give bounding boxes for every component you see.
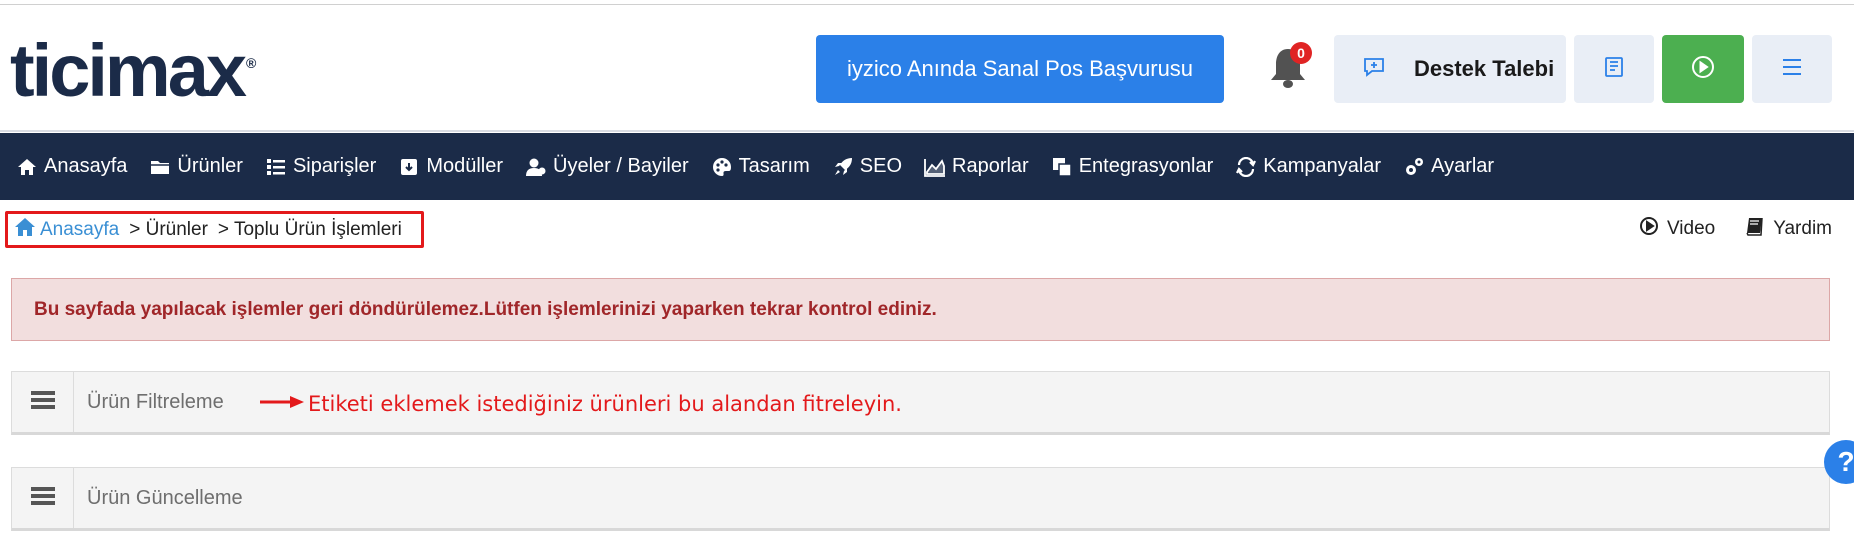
iyzico-pos-application-button[interactable]: iyzico Anında Sanal Pos Başvurusu <box>816 35 1224 103</box>
nav-item-entegrasyonlar[interactable]: Entegrasyonlar <box>1051 155 1214 178</box>
support-ticket-label: Destek Talebi <box>1414 56 1555 81</box>
play-circle-icon <box>1639 216 1667 242</box>
nav-item-seo[interactable]: SEO <box>832 155 902 178</box>
breadcrumb: Anasayfa > Ürünler > Toplu Ürün İşlemler… <box>5 211 424 248</box>
product-update-panel[interactable]: Ürün Güncelleme <box>11 467 1830 531</box>
nav-label: Anasayfa <box>44 155 128 177</box>
nav-item-moduller[interactable]: Modüller <box>398 155 503 178</box>
top-border <box>0 0 1854 5</box>
registered-mark: ® <box>246 55 257 71</box>
nav-label: Siparişler <box>292 155 377 177</box>
instruction-annotation: Etiketi eklemek istediğiniz ürünleri bu … <box>260 392 902 416</box>
chat-plus-icon <box>1362 55 1386 84</box>
breadcrumb-home-label: Anasayfa <box>40 218 120 240</box>
home-icon <box>14 217 36 243</box>
book-icon <box>1745 216 1773 242</box>
nav-label: Üyeler / Bayiler <box>553 155 689 177</box>
breadcrumb-home-link[interactable]: Anasayfa <box>14 217 119 243</box>
warning-alert-text: Bu sayfada yapılacak işlemler geri döndü… <box>34 298 937 320</box>
main-navigation: Anasayfa Ürünler Siparişler Modüller Üye… <box>0 133 1854 200</box>
folder-icon <box>149 156 171 178</box>
video-label: Video <box>1666 218 1716 239</box>
nav-item-urunler[interactable]: Ürünler <box>149 155 243 178</box>
nav-item-ayarlar[interactable]: Ayarlar <box>1403 155 1494 178</box>
book-icon <box>1602 55 1626 84</box>
drag-handle-icon <box>30 390 55 415</box>
nav-item-siparisler[interactable]: Siparişler <box>265 155 376 178</box>
hamburger-menu-button[interactable] <box>1752 35 1832 103</box>
page-help-links: Video Yardim <box>1609 216 1832 242</box>
breadcrumb-current-page: > Toplu Ürün İşlemleri <box>217 218 402 240</box>
nav-item-raporlar[interactable]: Raporlar <box>924 155 1029 178</box>
windows-icon <box>1051 156 1073 178</box>
hamburger-icon <box>1780 57 1804 82</box>
nav-label: Entegrasyonlar <box>1078 155 1214 177</box>
red-arrow-icon <box>260 395 304 414</box>
nav-label: Ayarlar <box>1431 155 1495 177</box>
instruction-annotation-text: Etiketi eklemek istediğiniz ürünleri bu … <box>308 392 902 416</box>
notification-count-badge: 0 <box>1290 42 1312 64</box>
nav-item-tasarim[interactable]: Tasarım <box>711 155 810 178</box>
breadcrumb-urunler[interactable]: > Ürünler <box>129 219 208 241</box>
refresh-icon <box>1235 156 1257 178</box>
product-update-title: Ürün Güncelleme <box>87 486 243 509</box>
nav-label: Kampanyalar <box>1263 155 1382 177</box>
video-tour-button[interactable] <box>1662 35 1744 103</box>
rocket-icon <box>832 156 854 178</box>
help-label: Yardim <box>1773 218 1832 239</box>
logo-text: ticimax <box>10 29 247 112</box>
warning-alert: Bu sayfada yapılacak işlemler geri döndü… <box>11 278 1830 341</box>
panel-drag-handle[interactable] <box>12 468 74 528</box>
nav-label: SEO <box>859 155 903 177</box>
nav-label: Tasarım <box>738 155 810 177</box>
gears-icon <box>1403 156 1425 178</box>
ticimax-logo[interactable]: ticimax ® <box>10 31 256 111</box>
nav-label: Modüller <box>426 155 504 177</box>
nav-item-uyeler-bayiler[interactable]: Üyeler / Bayiler <box>525 155 689 178</box>
support-ticket-button[interactable]: Destek Talebi <box>1334 35 1566 103</box>
docs-button[interactable] <box>1574 35 1654 103</box>
list-icon <box>265 156 287 178</box>
play-circle-icon <box>1690 54 1716 85</box>
home-icon <box>16 156 38 178</box>
users-icon <box>525 156 547 178</box>
palette-icon <box>711 156 733 178</box>
top-header: ticimax ® iyzico Anında Sanal Pos Başvur… <box>0 6 1854 132</box>
nav-label: Ürünler <box>177 155 243 177</box>
chart-icon <box>924 156 946 178</box>
nav-label: Raporlar <box>952 155 1029 177</box>
nav-item-anasayfa[interactable]: Anasayfa <box>16 155 127 178</box>
product-filter-title: Ürün Filtreleme <box>87 390 224 413</box>
video-link[interactable]: Video <box>1639 216 1715 242</box>
download-box-icon <box>398 156 420 178</box>
drag-handle-icon <box>30 486 55 511</box>
nav-item-kampanyalar[interactable]: Kampanyalar <box>1235 155 1381 178</box>
panel-drag-handle[interactable] <box>12 372 74 432</box>
help-link[interactable]: Yardim <box>1745 216 1832 242</box>
